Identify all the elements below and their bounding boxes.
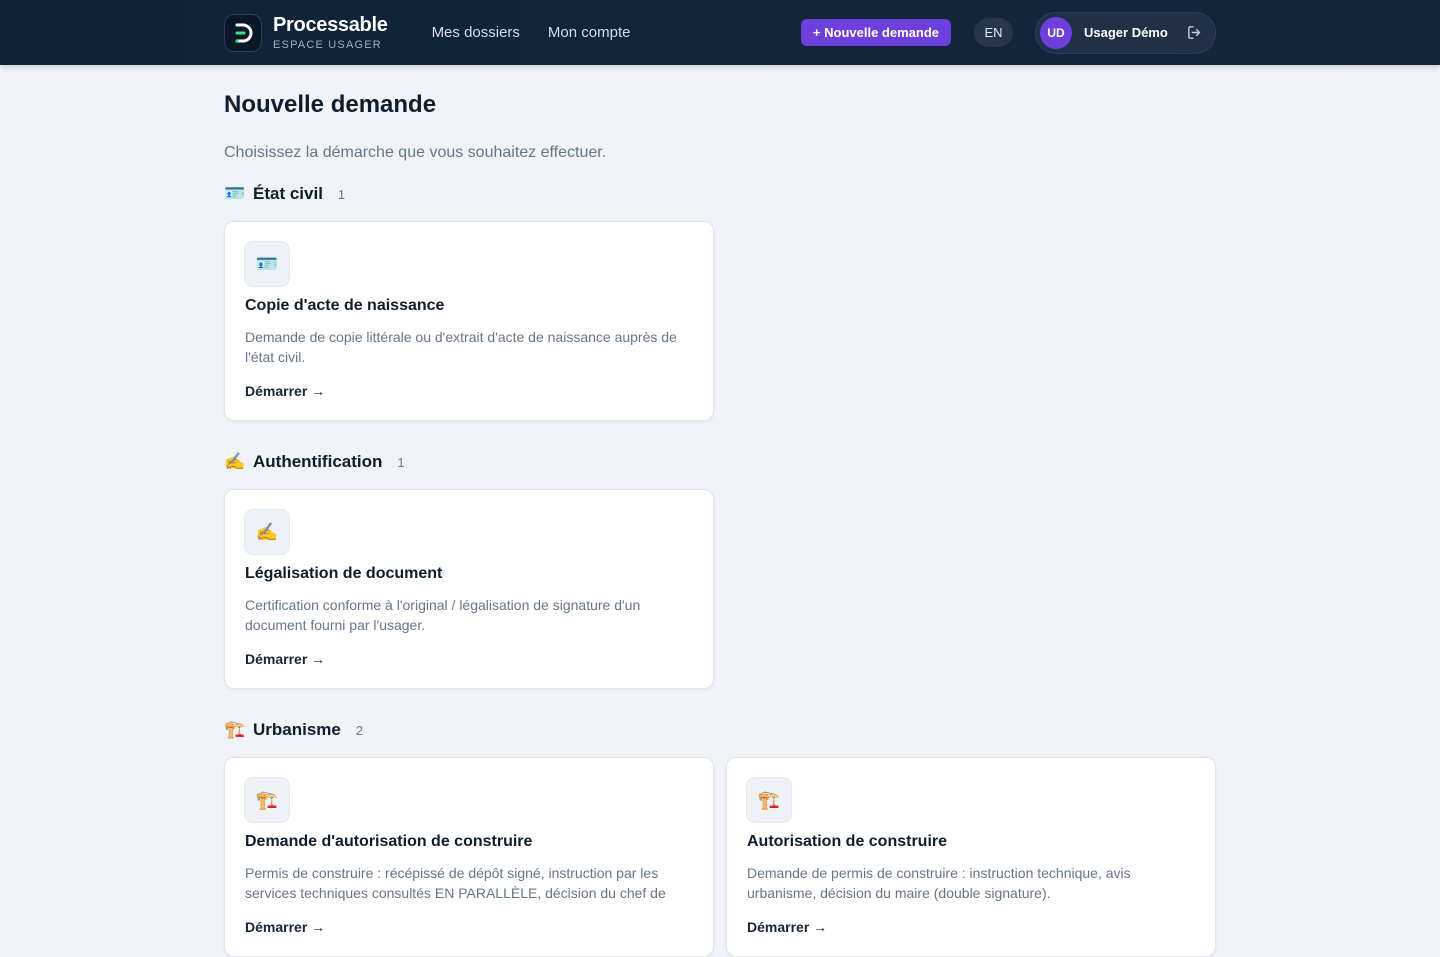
section-title: Authentification [253, 452, 383, 471]
procedure-card-legalisation[interactable]: ✍️ Légalisation de document Certificatio… [224, 489, 714, 689]
construction-crane-icon: 🏗️ [746, 777, 792, 823]
card-title: Autorisation de construire [747, 833, 948, 850]
section-count: 2 [355, 722, 364, 738]
card-description: Certification conforme à l'original / lé… [245, 597, 641, 633]
page-title: Nouvelle demande [224, 91, 437, 118]
processable-logo-icon[interactable] [224, 13, 262, 52]
card-description: Demande de permis de construire : instru… [747, 865, 1131, 901]
main-nav: Mes dossiers Mon compte [432, 24, 631, 41]
procedure-card-autorisation-construire[interactable]: 🏗️ Autorisation de construire Demande de… [726, 757, 1216, 957]
section-count: 1 [397, 454, 405, 470]
section-etat-civil: 🪪 État civil 1 [224, 184, 345, 204]
user-name: Usager Démo [1084, 25, 1168, 40]
avatar: UD [1040, 16, 1072, 49]
brand-subtitle: ESPACE USAGER [273, 39, 382, 51]
card-title: Demande d'autorisation de construire [245, 833, 533, 850]
brand-name: Processable [273, 14, 388, 36]
new-request-button[interactable]: + Nouvelle demande [800, 19, 951, 46]
start-link[interactable]: Démarrer → [245, 651, 325, 667]
card-title: Légalisation de document [245, 565, 443, 582]
start-link[interactable]: Démarrer → [245, 383, 325, 399]
section-count: 1 [337, 186, 346, 202]
nav-mes-dossiers[interactable]: Mes dossiers [432, 24, 520, 41]
user-menu[interactable]: UD Usager Démo [1035, 11, 1216, 54]
nav-mon-compte[interactable]: Mon compte [548, 24, 631, 41]
card-description: Permis de construire : récépissé de dépô… [245, 865, 666, 901]
section-urbanisme: 🏗️ Urbanisme 2 [224, 720, 363, 740]
construction-crane-icon: 🏗️ [244, 777, 290, 823]
brand: Processable ESPACE USAGER [273, 14, 388, 51]
header-inner: Processable ESPACE USAGER Mes dossiers M… [224, 0, 1216, 65]
procedure-card-autorisation-construire-demande[interactable]: 🏗️ Demande d'autorisation de construire … [224, 757, 714, 957]
logout-icon[interactable] [1186, 24, 1203, 41]
section-title: Urbanisme [253, 720, 341, 739]
construction-crane-icon: 🏗️ [224, 720, 246, 739]
start-link[interactable]: Démarrer → [245, 919, 325, 935]
page-subtitle: Choisissez la démarche que vous souhaite… [224, 144, 607, 161]
writing-hand-icon: ✍️ [244, 509, 290, 555]
section-authentification: ✍️ Authentification 1 [224, 452, 405, 472]
writing-hand-icon: ✍️ [224, 452, 246, 471]
card-title: Copie d'acte de naissance [245, 297, 445, 314]
top-header: Processable ESPACE USAGER Mes dossiers M… [0, 0, 1440, 65]
start-link[interactable]: Démarrer → [747, 919, 827, 935]
section-title: État civil [253, 184, 323, 203]
language-toggle[interactable]: EN [974, 18, 1013, 47]
id-card-icon: 🪪 [244, 241, 290, 287]
procedure-card-acte-naissance[interactable]: 🪪 Copie d'acte de naissance Demande de c… [224, 221, 714, 421]
card-description: Demande de copie littérale ou d'extrait … [245, 329, 677, 365]
id-card-icon: 🪪 [224, 184, 246, 203]
